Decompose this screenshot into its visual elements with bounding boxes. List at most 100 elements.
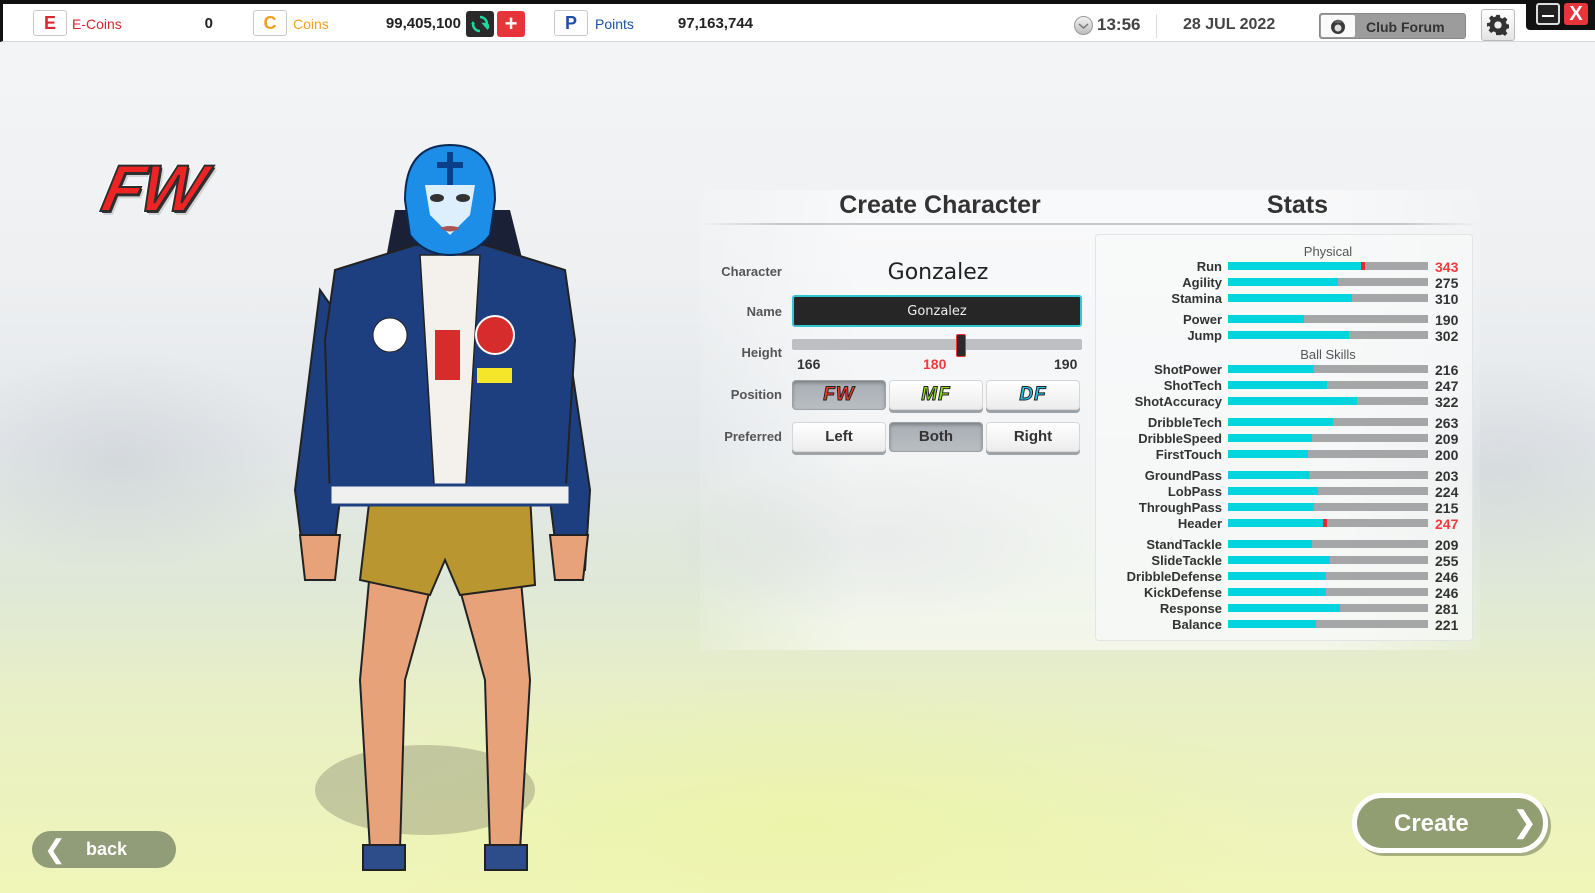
create-button[interactable]: Create ❯ (1352, 793, 1548, 853)
minimize-button[interactable] (1536, 3, 1560, 25)
back-button[interactable]: ❮ back (32, 831, 176, 868)
stat-bar-fill (1228, 588, 1327, 596)
stat-value: 247 (1435, 516, 1459, 532)
stat-row: ShotTech 247 (1095, 378, 1465, 394)
stat-name: StandTackle (1146, 537, 1222, 552)
stat-name: ShotTech (1163, 378, 1222, 393)
stat-name: DribbleDefense (1126, 569, 1222, 584)
close-button[interactable]: X (1564, 3, 1588, 25)
stat-bonus-marker (1361, 262, 1366, 270)
stat-bar-fill (1228, 365, 1315, 373)
lion-crest-icon (1321, 15, 1355, 37)
stat-bar-fill (1228, 450, 1308, 458)
stat-bar-fill (1228, 503, 1314, 511)
stat-name: Stamina (1171, 291, 1222, 306)
stat-bar-fill (1228, 397, 1357, 405)
stat-row: Response 281 (1095, 601, 1465, 617)
stat-bar-fill (1228, 572, 1327, 580)
position-label: Position (730, 387, 782, 402)
stat-value: 209 (1435, 431, 1459, 447)
stat-value: 200 (1435, 447, 1459, 463)
top-bar: E E-Coins 0 C Coins 99,405,100 + P Point… (0, 0, 1595, 42)
stat-bar (1228, 620, 1428, 628)
position-button-df[interactable]: DF (986, 380, 1080, 410)
preferred-button-label: Both (918, 428, 954, 445)
plus-icon: + (504, 11, 518, 36)
stat-bar (1228, 331, 1428, 339)
stat-bar-fill (1228, 294, 1352, 302)
stat-row: Header 247 (1095, 516, 1465, 532)
preferred-button-right[interactable]: Right (986, 422, 1080, 452)
height-min: 166 (797, 356, 821, 372)
stat-bar (1228, 450, 1428, 458)
stat-bar (1228, 556, 1428, 564)
stat-bar (1228, 315, 1428, 323)
position-button-mf[interactable]: MF (889, 380, 983, 410)
stat-bar-fill (1228, 278, 1338, 286)
stat-bar (1228, 365, 1428, 373)
stat-name: FirstTouch (1155, 447, 1222, 462)
stat-bar (1228, 572, 1428, 580)
stat-name: ThroughPass (1138, 500, 1222, 515)
stat-value: 190 (1435, 312, 1459, 328)
date: 28 JUL 2022 (1183, 16, 1276, 33)
stat-value: 275 (1435, 275, 1459, 291)
points-value: 97,163,744 (677, 15, 753, 32)
chevron-left-icon: ❮ (44, 834, 66, 864)
stat-name: Power (1182, 312, 1222, 327)
settings-button[interactable] (1481, 9, 1515, 41)
position-button-label: FW (823, 384, 855, 406)
stat-bar-fill (1228, 418, 1334, 426)
header-divider (700, 223, 1480, 225)
stat-bar (1228, 278, 1428, 286)
stat-name: LobPass (1167, 484, 1222, 499)
stat-bar (1228, 294, 1428, 302)
preferred-button-left[interactable]: Left (792, 422, 886, 452)
stat-group-title: Ball Skills (1300, 347, 1356, 362)
stat-name: SlideTackle (1151, 553, 1222, 568)
preferred-button-both[interactable]: Both (889, 422, 983, 452)
position-button-label: DF (1019, 384, 1047, 406)
height-label: Height (741, 345, 782, 360)
stat-row: Run 343 (1095, 259, 1465, 275)
height-value: 180 (923, 356, 947, 372)
points-icon: P (554, 10, 588, 36)
stat-value: 263 (1435, 415, 1459, 431)
create-label: Create (1394, 810, 1469, 837)
stat-row: DribbleTech 263 (1095, 415, 1465, 431)
stat-row: FirstTouch 200 (1095, 447, 1465, 463)
stat-bar-fill (1228, 540, 1312, 548)
stat-value: 224 (1435, 484, 1459, 500)
height-slider[interactable] (792, 339, 1082, 350)
stat-bar-fill (1228, 262, 1366, 270)
stat-bonus-marker (1322, 519, 1327, 527)
stat-bar (1228, 540, 1428, 548)
stat-row: Balance 221 (1095, 617, 1465, 633)
add-coins-button[interactable]: + (497, 11, 525, 37)
stat-row: ShotAccuracy 322 (1095, 394, 1465, 410)
stat-value: 255 (1435, 553, 1459, 569)
position-button-fw[interactable]: FW (792, 380, 886, 410)
stat-bar (1228, 588, 1428, 596)
stat-row: Stamina 310 (1095, 291, 1465, 307)
name-input[interactable] (792, 295, 1082, 327)
stat-value: 322 (1435, 394, 1459, 410)
stat-value: 246 (1435, 569, 1459, 585)
preferred-label: Preferred (724, 429, 782, 444)
stat-row: SlideTackle 255 (1095, 553, 1465, 569)
refresh-coins-button[interactable] (466, 11, 494, 37)
stat-bar-fill (1228, 487, 1318, 495)
height-slider-thumb[interactable] (956, 334, 967, 357)
stat-row: Jump 302 (1095, 328, 1465, 344)
preferred-button-label: Right (1013, 428, 1053, 445)
stat-name: Run (1196, 259, 1222, 274)
ecoins-value: 0 (204, 15, 213, 32)
preferred-button-label: Left (825, 428, 853, 445)
stat-bar (1228, 381, 1428, 389)
club-forum-label: Club Forum (1366, 19, 1445, 35)
stat-row: Power 190 (1095, 312, 1465, 328)
points-label: Points (595, 16, 634, 32)
stat-row: KickDefense 246 (1095, 585, 1465, 601)
stat-bar (1228, 397, 1428, 405)
club-forum-button[interactable]: Club Forum (1319, 13, 1466, 39)
